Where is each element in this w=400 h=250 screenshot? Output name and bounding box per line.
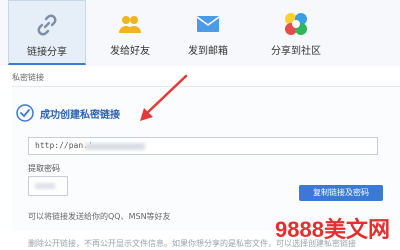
code-label: 提取密码 [28,164,60,173]
redacted-link [85,143,145,150]
extract-code-field[interactable] [28,176,68,196]
success-message: 成功创建私密链接 [40,110,120,121]
share-link-field[interactable]: http://pan.' [28,137,378,155]
share-tabs: 链接分享 发给好友 发到邮箱 分享到社区 [0,0,400,66]
hint-text: 可以将链接发送给你的QQ、MSN等好友 [28,212,171,221]
tab-label: 发到邮箱 [188,46,228,57]
tab-send-friends[interactable]: 发给好友 [92,4,168,62]
copy-link-button[interactable]: 复制链接及密码 [299,185,383,201]
mail-icon [196,16,220,32]
friends-icon [119,16,141,33]
check-icon [16,104,34,122]
tab-send-email[interactable]: 发到邮箱 [170,4,246,62]
community-icon [285,13,307,35]
tab-share-community[interactable]: 分享到社区 [258,4,334,62]
watermark-logo: 9888美文网 [275,217,390,242]
section-title: 私密链接 [12,73,44,82]
link-icon [37,14,57,36]
tab-label: 发给好友 [110,46,150,57]
tab-label: 链接分享 [27,47,67,58]
tab-link-share[interactable]: 链接分享 [8,0,86,65]
tab-label: 分享到社区 [271,46,321,57]
redacted-code [35,183,55,189]
